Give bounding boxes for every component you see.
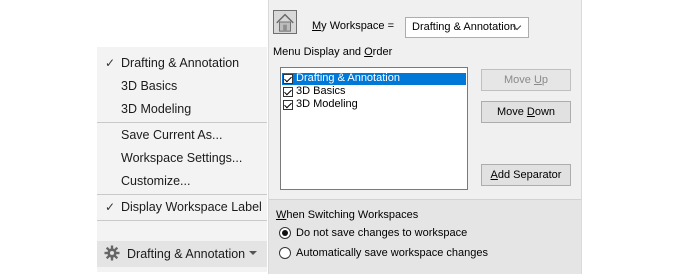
current-workspace-label: Drafting & Annotation (127, 247, 246, 261)
check-icon: ✓ (105, 200, 116, 214)
checkbox[interactable] (283, 74, 293, 84)
switching-workspaces-group: When Switching Workspaces Do not save ch… (269, 199, 581, 274)
move-down-button[interactable]: Move Down (481, 101, 571, 123)
add-separator-button[interactable]: Add Separator (481, 164, 571, 186)
menu-item-drafting-annotation[interactable]: ✓ Drafting & Annotation (97, 52, 267, 74)
gear-icon (104, 245, 120, 261)
my-workspace-value: Drafting & Annotation (412, 21, 516, 33)
workspace-order-list[interactable]: Drafting & Annotation 3D Basics 3D Model… (280, 67, 468, 190)
move-up-button[interactable]: Move Up (481, 69, 571, 91)
menu-item-label: Save Current As... (121, 128, 223, 142)
list-item[interactable]: Drafting & Annotation (282, 72, 466, 85)
radio-button[interactable] (279, 227, 291, 239)
menu-item-display-workspace-label[interactable]: ✓ Display Workspace Label (97, 196, 267, 218)
menu-item-label: 3D Basics (121, 79, 178, 93)
menu-separator (97, 122, 267, 123)
list-item[interactable]: 3D Basics (282, 85, 466, 98)
switching-workspaces-label: When Switching Workspaces (276, 209, 419, 221)
workspace-switcher-button[interactable]: Drafting & Annotation (97, 241, 267, 267)
check-icon: ✓ (105, 56, 116, 70)
menu-item-label: Display Workspace Label (121, 200, 262, 214)
radio-do-not-save[interactable]: Do not save changes to workspace (279, 226, 569, 242)
checkbox[interactable] (283, 87, 293, 97)
menu-item-save-current-as[interactable]: Save Current As... (97, 124, 267, 146)
menu-item-3d-modeling[interactable]: 3D Modeling (97, 98, 267, 120)
menu-display-order-label: Menu Display and Order (273, 46, 393, 58)
menu-item-label: Workspace Settings... (121, 151, 243, 165)
menu-item-label: Drafting & Annotation (121, 56, 240, 70)
menu-separator (97, 194, 267, 195)
checkbox[interactable] (283, 100, 293, 110)
workspace-settings-panel: My Workspace = Drafting & Annotation Men… (268, 0, 582, 274)
workspace-menu: ✓ Drafting & Annotation 3D Basics 3D Mod… (97, 47, 267, 272)
menu-item-workspace-settings[interactable]: Workspace Settings... (97, 147, 267, 169)
workspace-house-icon (273, 10, 297, 34)
list-item[interactable]: 3D Modeling (282, 98, 466, 111)
menu-separator (97, 220, 267, 221)
my-workspace-label: My Workspace = (312, 20, 395, 32)
menu-item-customize[interactable]: Customize... (97, 170, 267, 192)
radio-button[interactable] (279, 247, 291, 259)
menu-item-label: Customize... (121, 174, 191, 188)
menu-item-3d-basics[interactable]: 3D Basics (97, 75, 267, 97)
caret-down-icon (249, 251, 257, 255)
menu-item-label: 3D Modeling (121, 102, 192, 116)
radio-auto-save[interactable]: Automatically save workspace changes (279, 246, 569, 262)
my-workspace-select[interactable]: Drafting & Annotation (405, 17, 529, 38)
